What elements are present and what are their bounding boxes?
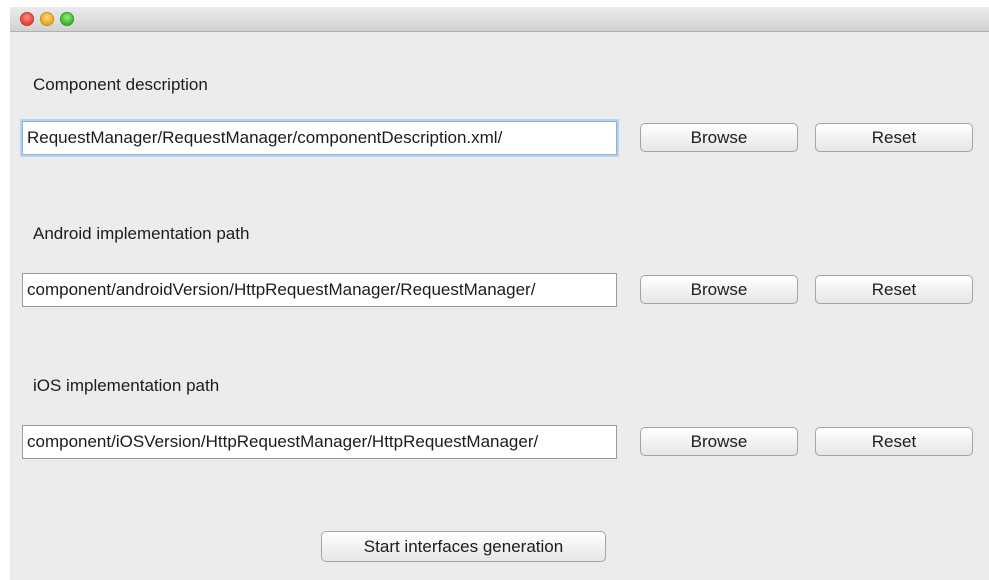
component-description-reset-button[interactable]: Reset bbox=[815, 123, 973, 152]
app-window: Component description Browse Reset Andro… bbox=[10, 7, 989, 580]
ios-path-label: iOS implementation path bbox=[33, 376, 220, 395]
android-path-field[interactable] bbox=[22, 273, 617, 307]
android-path-label: Android implementation path bbox=[33, 224, 250, 243]
ios-browse-button[interactable]: Browse bbox=[640, 427, 798, 456]
component-description-browse-button[interactable]: Browse bbox=[640, 123, 798, 152]
component-description-label: Component description bbox=[33, 75, 208, 94]
zoom-icon[interactable] bbox=[60, 12, 74, 26]
ios-reset-button[interactable]: Reset bbox=[815, 427, 973, 456]
android-reset-button[interactable]: Reset bbox=[815, 275, 973, 304]
android-browse-button[interactable]: Browse bbox=[640, 275, 798, 304]
start-interfaces-generation-button[interactable]: Start interfaces generation bbox=[321, 531, 606, 562]
minimize-icon[interactable] bbox=[40, 12, 54, 26]
title-bar bbox=[10, 7, 989, 32]
component-description-path-field[interactable] bbox=[22, 121, 617, 155]
ios-path-field[interactable] bbox=[22, 425, 617, 459]
close-icon[interactable] bbox=[20, 12, 34, 26]
